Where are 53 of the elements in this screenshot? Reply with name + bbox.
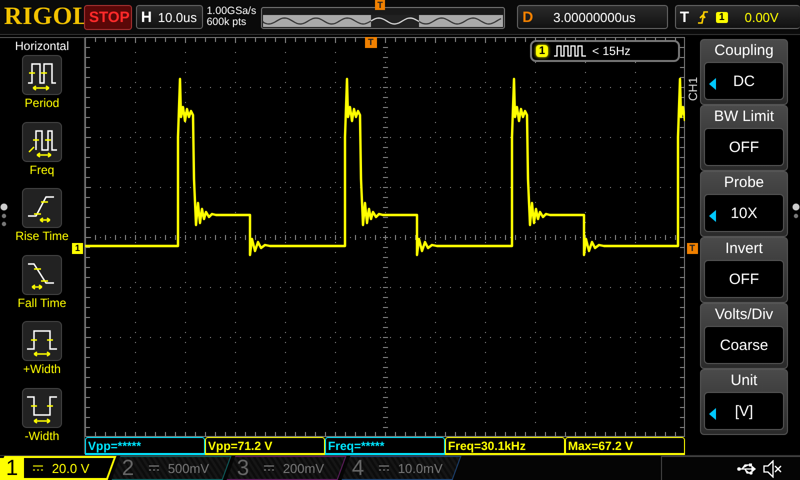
- timebase-panel[interactable]: H 10.0us: [136, 5, 203, 29]
- measure-button[interactable]: Fall Time: [18, 254, 66, 321]
- dc-coupling-icon: [263, 464, 275, 472]
- negative-pulse-icon: [22, 388, 62, 428]
- trigger-position-marker: T: [375, 0, 385, 10]
- run-stop-button[interactable]: STOP: [84, 4, 132, 30]
- channel-marker: 1: [72, 243, 84, 254]
- menu-softkey[interactable]: Volts/Div Coarse: [700, 303, 788, 369]
- menu-softkey[interactable]: Invert OFF: [700, 237, 788, 303]
- channel-tab[interactable]: 3 200mV: [226, 456, 346, 480]
- menu-softkey[interactable]: Probe 10X: [700, 171, 788, 237]
- dc-coupling-icon: [32, 464, 44, 472]
- channel-tab[interactable]: 4 10.0mV: [342, 456, 462, 480]
- trigger-source-badge: 1: [716, 12, 728, 22]
- speaker-muted-icon: [763, 460, 782, 478]
- menu-softkey[interactable]: BW Limit OFF: [700, 105, 788, 171]
- dc-coupling-icon: [148, 464, 160, 472]
- page-indicator-icon: [792, 203, 800, 219]
- channel-tab[interactable]: 1 20.0 V: [0, 456, 116, 480]
- dc-coupling-icon: [378, 464, 390, 472]
- positive-pulse-icon: [22, 321, 62, 361]
- sample-rate: 1.00GSa/s: [206, 6, 258, 17]
- delay-value: 3.00000000us: [553, 10, 636, 24]
- menu-softkey[interactable]: Unit [V]: [700, 369, 788, 435]
- trigger-label: T: [680, 8, 690, 26]
- rising-edge-icon: [22, 188, 62, 228]
- measure-button[interactable]: Rise Time: [15, 188, 69, 254]
- memory-depth: 600k pts: [206, 17, 248, 28]
- trigger-position-marker: T: [365, 37, 376, 48]
- timebase-value: 10.0us: [158, 10, 197, 24]
- measure-button[interactable]: +Width: [22, 321, 62, 388]
- trigger-panel[interactable]: T 1 0.00V: [674, 5, 800, 29]
- page-indicator-icon: [0, 203, 8, 227]
- delay-panel[interactable]: D 3.00000000us: [517, 5, 668, 29]
- measure-button[interactable]: Period: [22, 55, 62, 122]
- timebase-label: H: [141, 8, 152, 26]
- pulse-period-icon: [22, 55, 62, 95]
- channel-menu-title: CH1: [686, 77, 698, 102]
- menu-softkey[interactable]: Coupling DC: [700, 39, 788, 105]
- pulse-frequency-icon: [22, 122, 62, 162]
- rising-edge-icon: [696, 10, 710, 24]
- counter-channel-badge: 1: [536, 45, 548, 57]
- channel-tab[interactable]: 2 500mV: [112, 456, 232, 480]
- trigger-level-marker: T: [686, 243, 698, 254]
- menu-title: Horizontal: [14, 38, 70, 55]
- measure-button[interactable]: -Width: [22, 388, 62, 454]
- square-wave-icon: [553, 44, 588, 58]
- usb-icon: [737, 462, 757, 476]
- delay-label: D: [522, 8, 534, 26]
- trigger-level: 0.00V: [744, 10, 779, 24]
- counter-reading: < 15Hz: [592, 44, 630, 58]
- falling-edge-icon: [22, 254, 62, 294]
- measure-button[interactable]: Freq: [22, 122, 62, 188]
